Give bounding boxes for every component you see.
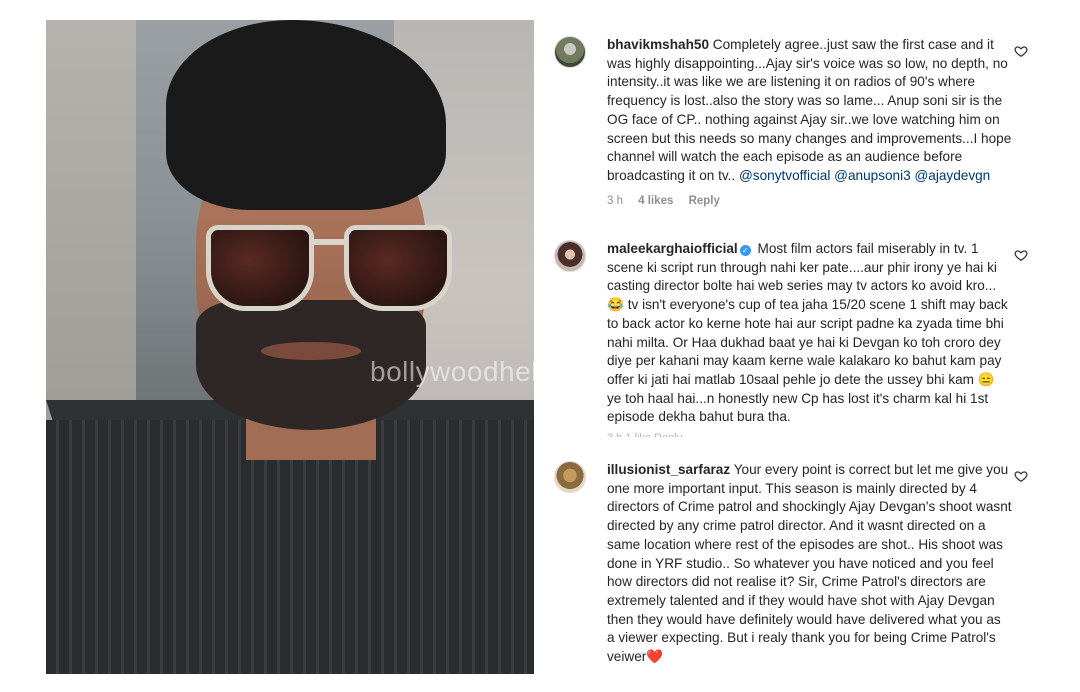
comment-username[interactable]: maleekarghaiofficial	[607, 241, 738, 256]
comment-meta: 3 h 4 likes Reply	[607, 192, 1012, 211]
heart-outline-icon[interactable]	[1014, 248, 1028, 262]
comment-body: maleekarghaiofficial ✓ Most film actors f…	[607, 240, 1012, 437]
post-image	[46, 20, 534, 674]
comment-username[interactable]: bhavikmshah50	[607, 37, 709, 52]
heart-outline-icon[interactable]	[1014, 469, 1028, 483]
heart-outline-icon[interactable]	[1014, 44, 1028, 58]
comment-text: Completely agree..just saw the first cas…	[607, 37, 1012, 183]
comment-meta-partial: 3 h 1 like Reply	[607, 429, 1012, 437]
red-heart-emoji-icon: ❤️	[646, 649, 664, 665]
comment-text: Your every point is correct but let me g…	[607, 462, 1012, 665]
verified-badge-icon: ✓	[739, 245, 751, 256]
comment-mentions[interactable]: @sonytvofficial @anupsoni3 @ajaydevgn	[739, 168, 990, 183]
comment-likes[interactable]: 4 likes	[638, 195, 673, 207]
sunglasses	[206, 225, 456, 315]
comment-username[interactable]: illusionist_sarfaraz	[607, 462, 730, 477]
comment-body: bhavikmshah50 Completely agree..just saw…	[607, 36, 1012, 210]
watermark: bollywoodhelp	[370, 356, 554, 387]
avatar[interactable]	[554, 240, 586, 272]
expressionless-emoji-icon: 😑	[977, 371, 995, 387]
comment-time: 3 h	[607, 194, 623, 207]
laughing-emoji-icon: 😂	[607, 297, 624, 313]
reply-button[interactable]: Reply	[689, 195, 720, 207]
avatar[interactable]	[554, 461, 586, 493]
sunglasses-lens-right	[344, 225, 452, 311]
comment-text: tv isn't everyone's cup of tea jaha 15/2…	[607, 297, 1008, 387]
sunglasses-lens-left	[206, 225, 314, 311]
avatar[interactable]	[554, 36, 586, 68]
comment-body: illusionist_sarfaraz Your every point is…	[607, 461, 1012, 667]
sunglasses-bridge	[310, 239, 348, 245]
photo-mouth	[261, 342, 361, 360]
comment-text: ye toh haal hai...n honestly new Cp has …	[607, 390, 989, 425]
